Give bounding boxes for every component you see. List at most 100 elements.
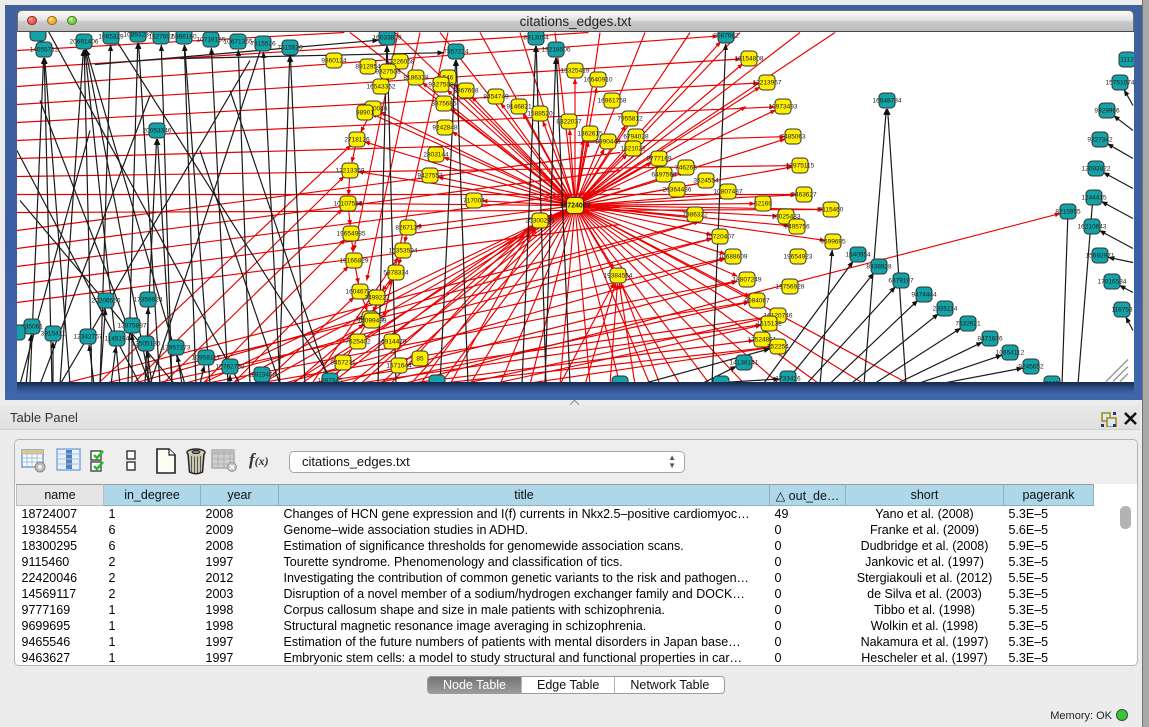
svg-text:12975115: 12975115 (786, 162, 815, 169)
svg-text:1145194: 1145194 (105, 335, 130, 342)
svg-text:3915411: 3915411 (41, 330, 66, 337)
svg-text:19384554: 19384554 (604, 272, 633, 279)
svg-text:20691406: 20691406 (70, 38, 99, 45)
svg-text:25300215: 25300215 (526, 217, 555, 224)
svg-text:9777169: 9777169 (646, 155, 672, 162)
svg-text:252254: 252254 (767, 343, 789, 350)
svg-text:8990448: 8990448 (595, 138, 621, 145)
svg-text:2935114: 2935114 (933, 305, 958, 312)
svg-text:10107553: 10107553 (334, 200, 363, 207)
svg-text:2867608: 2867608 (453, 87, 479, 94)
svg-text:12342757: 12342757 (74, 333, 103, 340)
svg-text:16961758: 16961758 (598, 97, 627, 104)
svg-text:16648784: 16648784 (873, 97, 902, 104)
svg-text:20364436: 20364436 (663, 186, 692, 193)
svg-text:717004: 717004 (463, 197, 485, 204)
svg-text:10688609: 10688609 (719, 253, 748, 260)
svg-text:20206556: 20206556 (92, 297, 121, 304)
svg-text:1527602: 1527602 (148, 33, 174, 40)
svg-text:1244415: 1244415 (1081, 194, 1107, 201)
svg-text:10671355: 10671355 (224, 38, 253, 45)
svg-text:9329966: 9329966 (1094, 107, 1120, 114)
svg-text:18724007: 18724007 (559, 202, 590, 209)
svg-text:8322037: 8322037 (556, 118, 582, 125)
svg-text:8471676: 8471676 (977, 335, 1003, 342)
svg-text:10973493: 10973493 (769, 103, 798, 110)
svg-text:19654985: 19654985 (337, 230, 366, 237)
svg-text:14055712: 14055712 (30, 46, 59, 53)
svg-text:6497568: 6497568 (651, 171, 677, 178)
svg-text:17957273: 17957273 (162, 344, 191, 351)
svg-text:10719155: 10719155 (197, 36, 226, 43)
svg-text:16640910: 16640910 (584, 76, 613, 83)
svg-text:12505135: 12505135 (132, 340, 161, 347)
svg-text:9146821: 9146821 (506, 103, 532, 110)
svg-text:11923468: 11923468 (248, 371, 277, 378)
svg-text:98901: 98901 (356, 109, 374, 116)
svg-text:15353594: 15353594 (389, 247, 418, 254)
svg-text:16782759: 16782759 (216, 363, 245, 370)
svg-text:19756928: 19756928 (776, 283, 805, 290)
svg-text:12213369: 12213369 (336, 167, 365, 174)
svg-text:9860124: 9860124 (321, 57, 347, 64)
svg-text:2718126: 2718126 (344, 136, 370, 143)
svg-text:7955812: 7955812 (617, 115, 643, 122)
svg-text:8454749: 8454749 (483, 93, 509, 100)
svg-text:1621022: 1621022 (620, 145, 646, 152)
svg-text:1615132: 1615132 (756, 320, 782, 327)
svg-text:8186328: 8186328 (403, 74, 429, 81)
svg-text:3875685: 3875685 (431, 100, 457, 107)
svg-text:8267130: 8267130 (395, 224, 421, 231)
svg-text:19654923: 19654923 (784, 253, 813, 260)
svg-text:7485063: 7485063 (780, 133, 806, 140)
svg-text:9327508: 9327508 (375, 68, 401, 75)
svg-text:746266: 746266 (675, 164, 697, 171)
svg-text:9227342: 9227342 (1087, 136, 1113, 143)
svg-text:6879197: 6879197 (888, 277, 914, 284)
svg-text:9242848: 9242848 (432, 124, 458, 131)
svg-text:1362615: 1362615 (577, 130, 603, 137)
svg-text:16914479: 16914479 (378, 338, 407, 345)
svg-text:16543362: 16543362 (367, 83, 396, 90)
svg-text:9699695: 9699695 (820, 238, 846, 245)
svg-text:9495756: 9495756 (784, 223, 810, 230)
svg-text:3624554: 3624554 (693, 177, 719, 184)
svg-text:12093822: 12093822 (1082, 165, 1111, 172)
svg-text:1092345: 1092345 (317, 377, 343, 382)
svg-text:8938928: 8938928 (866, 263, 892, 270)
svg-text:7515526: 7515526 (250, 40, 276, 47)
svg-text:6966160: 6966160 (171, 33, 197, 40)
svg-text:9327508: 9327508 (428, 81, 454, 88)
svg-text:1571644: 1571644 (386, 362, 412, 369)
svg-text:2087682: 2087682 (713, 32, 739, 39)
svg-text:16033809: 16033809 (373, 34, 402, 41)
svg-text:8215955: 8215955 (1055, 208, 1081, 215)
svg-text:7357224: 7357224 (443, 48, 469, 55)
svg-text:13325419: 13325419 (561, 67, 590, 74)
svg-text:3499222: 3499222 (364, 294, 390, 301)
svg-text:10958117: 10958117 (192, 354, 221, 361)
svg-text:14136141: 14136141 (730, 359, 759, 366)
svg-text:9457271: 9457271 (330, 359, 356, 366)
svg-text:12213967: 12213967 (753, 79, 782, 86)
svg-text:8813054: 8813054 (523, 34, 549, 41)
svg-text:6794028: 6794028 (623, 133, 649, 140)
svg-text:15692971: 15692971 (1086, 252, 1115, 259)
svg-text:1640954: 1640954 (845, 251, 871, 258)
svg-text:10807487: 10807487 (714, 188, 743, 195)
svg-text:9245652: 9245652 (1018, 363, 1044, 370)
svg-text:7625402: 7625402 (345, 338, 371, 345)
svg-text:14099489: 14099489 (358, 317, 387, 324)
svg-text:1112: 1112 (1120, 56, 1134, 63)
svg-text:5878334: 5878334 (383, 269, 409, 276)
svg-text:9427552: 9427552 (417, 172, 443, 179)
svg-text:16154808: 16154808 (735, 55, 764, 62)
svg-text:19166829: 19166829 (340, 257, 369, 264)
svg-text:2803144: 2803144 (423, 151, 449, 158)
svg-text:10654112: 10654112 (996, 349, 1025, 356)
svg-text:17359924: 17359924 (134, 296, 163, 303)
svg-text:7986322: 7986322 (682, 211, 708, 218)
svg-text:9463627: 9463627 (791, 191, 817, 198)
svg-text:9474444: 9474444 (911, 291, 937, 298)
svg-text:19218506: 19218506 (542, 46, 571, 53)
